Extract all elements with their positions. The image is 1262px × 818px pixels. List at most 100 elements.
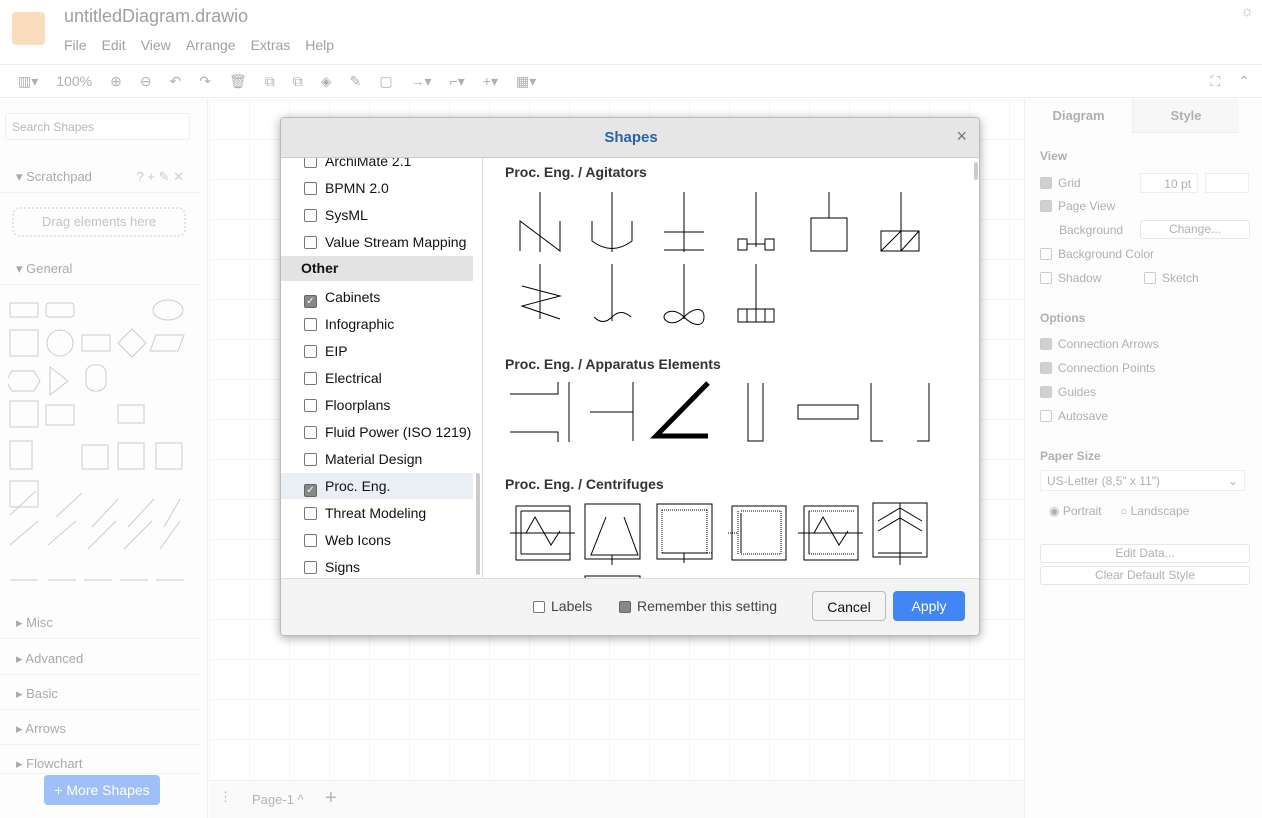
redo-icon[interactable]: ↷ — [199, 73, 211, 90]
add-page-button[interactable]: + — [325, 787, 337, 810]
library-item[interactable]: ✓ Proc. Eng. — [281, 473, 473, 499]
clear-default-style-button[interactable]: Clear Default Style — [1040, 566, 1250, 585]
sketch-checkbox[interactable]: Sketch — [1144, 271, 1199, 285]
shadow-icon[interactable]: ▢ — [379, 73, 392, 90]
library-item[interactable]: Value Stream Mapping — [281, 229, 473, 255]
landscape-radio[interactable]: ○ Landscape — [1120, 504, 1189, 518]
tab-style[interactable]: Style — [1132, 99, 1239, 133]
content-scrollbar[interactable] — [974, 162, 978, 180]
close-icon[interactable]: × — [956, 126, 967, 147]
library-item[interactable]: Web Icons — [281, 527, 473, 553]
sidebar-section-flowchart[interactable]: ▸ Flowchart — [0, 746, 200, 774]
grid-color-button[interactable] — [1205, 173, 1249, 193]
library-item[interactable]: Material Design — [281, 446, 473, 472]
zoom-out-icon[interactable]: ⊖ — [140, 73, 152, 90]
library-checkbox[interactable] — [304, 534, 317, 547]
format-panel-icon[interactable]: ▥▾ — [18, 73, 38, 90]
library-item[interactable]: Threat Modeling — [281, 500, 473, 526]
to-front-icon[interactable]: ⧉ — [265, 73, 275, 90]
library-checkbox[interactable] — [304, 453, 317, 466]
zoom-in-icon[interactable]: ⊕ — [110, 73, 122, 90]
paper-size-select[interactable]: US-Letter (8,5" x 11") ⌄ — [1040, 470, 1245, 491]
menu-arrange[interactable]: Arrange — [186, 37, 236, 53]
library-checkbox[interactable] — [304, 426, 317, 439]
library-checkbox[interactable] — [304, 158, 317, 168]
general-header[interactable]: ▾ General — [0, 251, 200, 285]
menu-edit[interactable]: Edit — [102, 37, 126, 53]
sidebar-section-arrows[interactable]: ▸ Arrows — [0, 711, 200, 745]
menu-help[interactable]: Help — [305, 37, 334, 53]
connection-icon[interactable]: →▾ — [411, 73, 432, 90]
proc-eng-shapes[interactable] — [484, 158, 980, 578]
library-checkbox[interactable]: ✓ — [304, 295, 317, 308]
sidebar-section-basic[interactable]: ▸ Basic — [0, 676, 200, 710]
portrait-radio[interactable]: ◉ Portrait — [1049, 504, 1102, 518]
to-back-icon[interactable]: ⧉ — [293, 73, 303, 90]
scratchpad-icons[interactable]: ? + ✎ ✕ — [137, 169, 184, 185]
search-shapes-input[interactable]: Search Shapes — [5, 113, 190, 140]
menu-extras[interactable]: Extras — [251, 37, 291, 53]
library-item[interactable]: EIP — [281, 338, 473, 364]
tab-diagram[interactable]: Diagram — [1025, 99, 1132, 133]
change-background-button[interactable]: Change... — [1140, 220, 1250, 239]
labels-checkbox[interactable]: Labels — [533, 598, 592, 614]
grid-size-input[interactable]: 10 pt — [1140, 173, 1198, 193]
library-checkbox[interactable] — [304, 182, 317, 195]
pages-menu-icon[interactable]: ⋮ — [219, 789, 232, 805]
library-checkbox[interactable] — [304, 209, 317, 222]
autosave-checkbox[interactable]: Autosave — [1040, 409, 1108, 423]
menu-file[interactable]: File — [64, 37, 87, 53]
sidebar-section-misc[interactable]: ▸ Misc — [0, 605, 200, 639]
document-title[interactable]: untitledDiagram.drawio — [64, 6, 248, 27]
library-checkbox[interactable] — [304, 345, 317, 358]
menu-view[interactable]: View — [141, 37, 171, 53]
undo-icon[interactable]: ↶ — [170, 73, 182, 90]
zoom-dropdown[interactable]: 100% — [56, 73, 92, 89]
list-scrollbar[interactable] — [476, 473, 480, 575]
page-bar: ⋮ Page-1 ^ + — [209, 780, 1024, 818]
connection-arrows-checkbox[interactable]: Connection Arrows — [1040, 337, 1159, 351]
edit-data-button[interactable]: Edit Data... — [1040, 544, 1250, 563]
library-item[interactable]: Floorplans — [281, 392, 473, 418]
page-tab[interactable]: Page-1 ^ — [252, 792, 304, 807]
library-item[interactable]: SysML — [281, 202, 473, 228]
theme-icon[interactable]: ☼ — [1240, 3, 1254, 20]
insert-icon[interactable]: +▾ — [483, 73, 498, 90]
apply-button[interactable]: Apply — [893, 591, 965, 621]
library-item[interactable]: Electrical — [281, 365, 473, 391]
library-checkbox[interactable] — [304, 561, 317, 574]
library-item[interactable]: Infographic — [281, 311, 473, 337]
waypoints-icon[interactable]: ⌐▾ — [450, 73, 465, 90]
general-shapes-palette[interactable] — [8, 295, 188, 595]
library-label: Cabinets — [325, 289, 381, 305]
scratchpad-header[interactable]: ▾ Scratchpad? + ✎ ✕ — [0, 159, 200, 193]
line-color-icon[interactable]: ✎ — [350, 73, 362, 90]
fill-color-icon[interactable]: ◈ — [321, 73, 332, 90]
library-checkbox[interactable] — [304, 507, 317, 520]
background-color-checkbox[interactable]: Background Color — [1040, 247, 1154, 261]
library-item[interactable]: Signs — [281, 554, 473, 578]
shadow-checkbox[interactable]: Shadow — [1040, 271, 1101, 285]
library-item[interactable]: BPMN 2.0 — [281, 175, 473, 201]
library-item[interactable]: Fluid Power (ISO 1219) — [281, 419, 473, 445]
library-checkbox[interactable] — [304, 399, 317, 412]
page-view-checkbox[interactable]: Page View — [1040, 199, 1115, 213]
library-checkbox[interactable] — [304, 236, 317, 249]
library-checkbox[interactable] — [304, 372, 317, 385]
sidebar-section-advanced[interactable]: ▸ Advanced — [0, 641, 200, 675]
library-item[interactable]: ArchiMate 2.1 — [281, 158, 473, 174]
library-checkbox[interactable] — [304, 318, 317, 331]
cancel-button[interactable]: Cancel — [812, 591, 886, 621]
fullscreen-icon[interactable]: ⛶ — [1210, 73, 1220, 90]
connection-points-checkbox[interactable]: Connection Points — [1040, 361, 1155, 375]
guides-checkbox[interactable]: Guides — [1040, 385, 1096, 399]
library-item[interactable]: ✓ Cabinets — [281, 284, 473, 310]
table-icon[interactable]: ▦▾ — [516, 73, 536, 90]
collapse-icon[interactable]: ⌃ — [1238, 73, 1250, 90]
more-shapes-button[interactable]: + More Shapes — [44, 775, 160, 805]
delete-icon[interactable]: 🗑 — [229, 73, 247, 90]
scratchpad-drop-area[interactable]: Drag elements here — [12, 207, 186, 237]
grid-checkbox[interactable]: Grid — [1040, 176, 1081, 190]
library-checkbox[interactable]: ✓ — [304, 484, 317, 497]
remember-setting-checkbox[interactable]: Remember this setting — [619, 598, 777, 614]
